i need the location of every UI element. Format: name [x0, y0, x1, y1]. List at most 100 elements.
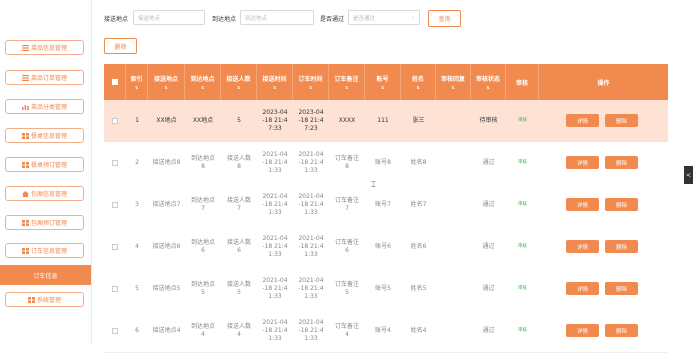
delete-button[interactable]: 删除: [605, 156, 638, 169]
select-all-checkbox[interactable]: [111, 79, 118, 85]
audit-cell: 审核: [506, 226, 539, 268]
detail-button[interactable]: 详情: [566, 282, 599, 295]
row-checkbox[interactable]: [112, 160, 118, 166]
table-header: 索引 ⇅ 接送地点 ⇅ 到达地点 ⇅ 接送人数 ⇅ 接送时间 ⇅ 订车时间 ⇅ 订车备注 ⇅ …: [104, 64, 668, 100]
cell-count: 接送人数 8: [226, 155, 251, 170]
sidebar-item-dish-category[interactable]: 菜品分类管理: [5, 99, 84, 114]
audit-link[interactable]: 审核: [518, 201, 527, 209]
cell-count: 接送人数 4: [226, 323, 251, 338]
row-checkbox[interactable]: [112, 244, 118, 250]
sidebar-item-system[interactable]: 系统管理: [5, 292, 84, 307]
sidebar-item-table-booking[interactable]: 餐桌预订管理: [5, 157, 84, 172]
sort-icon: ⇅: [200, 85, 205, 90]
arrive-label: 到达地点: [212, 16, 237, 23]
audit-link[interactable]: 审核: [518, 327, 527, 335]
header-status[interactable]: 审核状态 ⇅: [471, 64, 506, 100]
sidebar: 菜品信息管理 菜品订单管理 菜品分类管理 餐桌信息管理 餐桌预订管理 包厢信息管…: [0, 0, 92, 344]
cell-btime1: 2021-04 -18 21:4 1:33: [298, 319, 324, 342]
delete-button[interactable]: 删除: [605, 114, 638, 127]
row-checkbox-cell[interactable]: [104, 142, 126, 184]
row-checkbox[interactable]: [112, 328, 118, 334]
sidebar-item-dish-info[interactable]: 菜品信息管理: [5, 40, 84, 55]
cell-note1: 订车备注 8: [334, 155, 359, 170]
sidebar-item-room-booking[interactable]: 包厢预订管理: [5, 215, 84, 230]
row-checkbox[interactable]: [112, 202, 118, 208]
row-checkbox-cell[interactable]: [104, 100, 126, 142]
header-note[interactable]: 订车备注 ⇅: [329, 64, 365, 100]
pickup-label: 接送地点: [104, 16, 129, 23]
cell-index: 5: [135, 285, 139, 292]
header-count[interactable]: 接送人数 ⇅: [221, 64, 257, 100]
sidebar-item-table-info[interactable]: 餐桌信息管理: [5, 128, 84, 143]
cell-name: 姓名8: [410, 159, 427, 166]
audit-link[interactable]: 审核: [518, 285, 527, 293]
table-row[interactable]: 5 接送地点5 到达地点 5 接送人数 5 2021-04 -18 21:4 1:33 2021-…: [104, 268, 668, 311]
delete-button[interactable]: 删除: [605, 240, 638, 253]
header-audit[interactable]: 审核: [506, 64, 539, 100]
arrive-input[interactable]: 到达地点: [240, 10, 314, 25]
cell-index: 6: [135, 327, 139, 334]
cell-account: 账号4: [375, 327, 391, 334]
detail-button[interactable]: 详情: [566, 114, 599, 127]
cell-index: 4: [135, 243, 139, 250]
detail-button[interactable]: 详情: [566, 198, 599, 211]
delete-button[interactable]: 删除: [605, 282, 638, 295]
row-checkbox-cell[interactable]: [104, 310, 126, 352]
cell-note1: XXXX: [338, 117, 356, 124]
audit-link[interactable]: 审核: [518, 159, 527, 167]
collapse-tab[interactable]: <: [684, 166, 693, 184]
header-pickup[interactable]: 接送地点 ⇅: [148, 64, 185, 100]
home-icon: [21, 190, 29, 197]
detail-button[interactable]: 详情: [566, 240, 599, 253]
sidebar-item-car-booking-manage[interactable]: 订车信息管理: [5, 243, 84, 258]
mouse-cursor-icon: ⌶: [371, 180, 376, 189]
sidebar-item-dish-orders[interactable]: 菜品订单管理: [5, 70, 84, 85]
search-button[interactable]: 查询: [428, 10, 461, 27]
table-row[interactable]: 3 接送地点7 到达地点 7 接送人数 7 2021-04 -18 21:4 1:33 2021-…: [104, 184, 668, 227]
audit-cell: 审核: [506, 268, 539, 310]
header-select-all[interactable]: [104, 64, 126, 100]
table-row[interactable]: 2 接送地点8 到达地点 8 接送人数 8 2021-04 -18 21:4 1:33 2021-…: [104, 142, 668, 185]
grid-icon: [21, 132, 29, 139]
audit-cell: 审核: [506, 142, 539, 184]
row-checkbox-cell[interactable]: [104, 184, 126, 226]
cell-note1: 订车备注 7: [334, 197, 359, 212]
row-checkbox-cell[interactable]: [104, 268, 126, 310]
row-checkbox[interactable]: [112, 286, 118, 292]
header-arrive[interactable]: 到达地点 ⇅: [185, 64, 221, 100]
pass-label: 是否通过: [320, 16, 345, 23]
header-book-time[interactable]: 订车时间 ⇅: [293, 64, 329, 100]
cell-index: 1: [135, 117, 139, 124]
header-pickup-time[interactable]: 接送时间 ⇅: [257, 64, 293, 100]
sort-icon: ⇅: [416, 85, 420, 90]
table-row[interactable]: 1 XX地点 XX地点 5 2023-04 -18 21:4 7:33 2023-04 -18 …: [104, 100, 668, 143]
sort-icon: ⇅: [164, 85, 168, 90]
sidebar-item-room-info[interactable]: 包厢信息管理: [5, 186, 84, 201]
pickup-input[interactable]: 接送地点: [133, 10, 205, 25]
delete-button[interactable]: 删除: [605, 324, 638, 337]
sidebar-item-label: 菜品分类管理: [30, 104, 67, 111]
table-row[interactable]: 6 接送地点4 到达地点 4 接送人数 4 2021-04 -18 21:4 1:33 2021-…: [104, 310, 668, 353]
cell-arrive: 到达地点 6: [190, 239, 215, 254]
audit-link[interactable]: 审核: [518, 117, 527, 125]
pass-select[interactable]: 是否通过 ⌄: [348, 10, 420, 25]
header-account[interactable]: 账号 ⇅: [365, 64, 401, 100]
table-row[interactable]: 4 接送地点6 到达地点 6 接送人数 6 2021-04 -18 21:4 1:33 2021-…: [104, 226, 668, 269]
sidebar-item-car-booking[interactable]: 订车信息: [0, 265, 91, 285]
header-reply[interactable]: 审核回复 ⇅: [436, 64, 471, 100]
sidebar-item-label: 订车信息: [33, 272, 58, 280]
sort-icon: ⇅: [451, 85, 455, 90]
delete-selected-button[interactable]: 删除: [104, 38, 137, 54]
audit-link[interactable]: 审核: [518, 243, 527, 251]
header-name[interactable]: 姓名 ⇅: [401, 64, 436, 100]
row-checkbox[interactable]: [112, 118, 118, 124]
cell-status: 通过: [482, 243, 495, 250]
sidebar-item-label: 包厢预订管理: [30, 220, 67, 227]
header-index[interactable]: 索引 ⇅: [126, 64, 148, 100]
detail-button[interactable]: 详情: [566, 156, 599, 169]
delete-button[interactable]: 删除: [605, 198, 638, 211]
detail-button[interactable]: 详情: [566, 324, 599, 337]
row-checkbox-cell[interactable]: [104, 226, 126, 268]
list-icon: [21, 74, 29, 81]
cell-btime1: 2021-04 -18 21:4 1:33: [298, 151, 324, 174]
